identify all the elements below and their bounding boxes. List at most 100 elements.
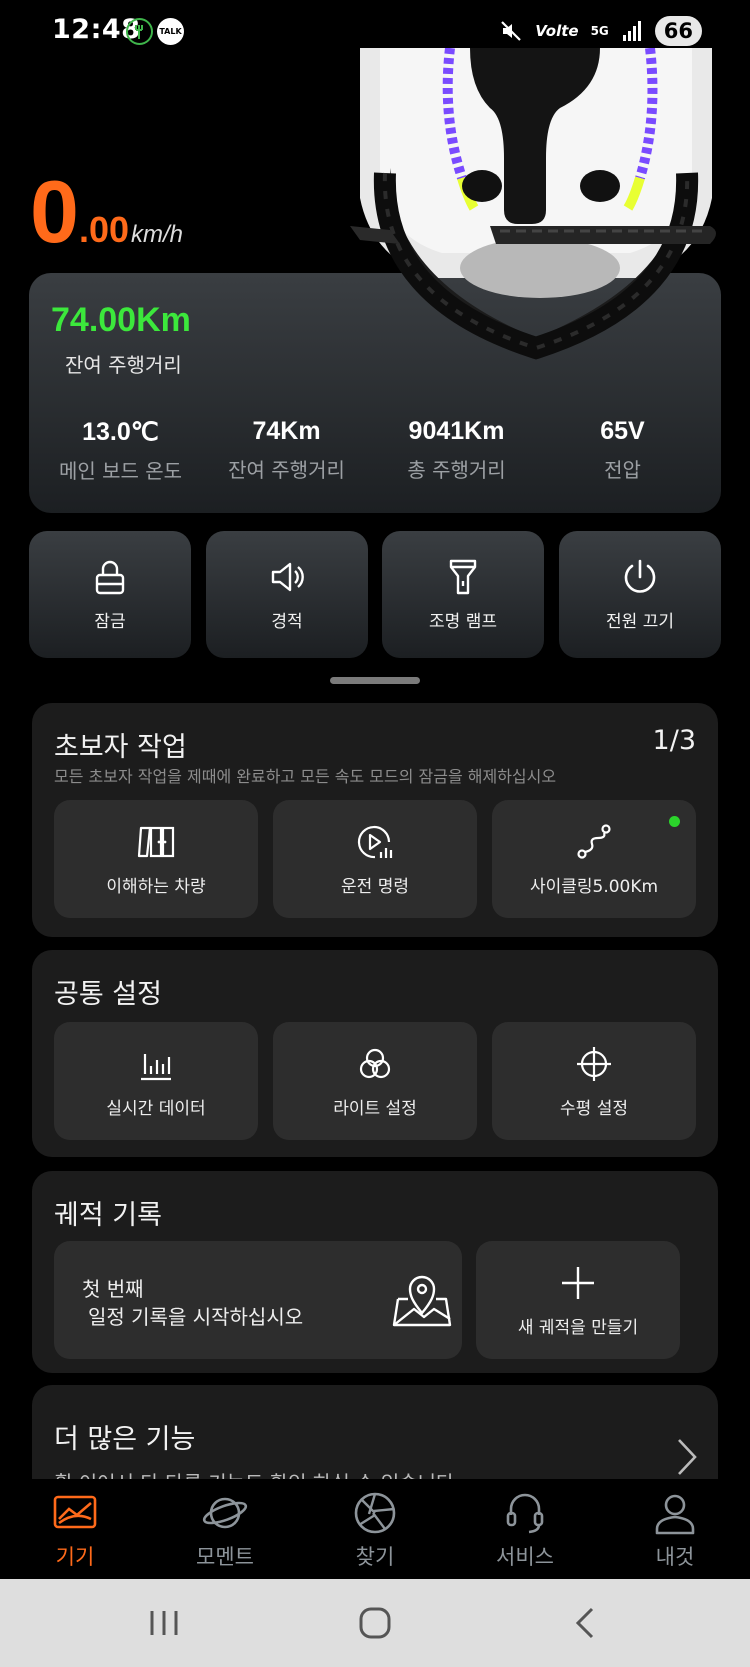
level-settings-button[interactable]: 수평 설정 [492,1022,696,1140]
speed-unit: km/h [131,221,184,248]
nav-moment[interactable]: 모멘트 [150,1489,300,1571]
crosshair-icon [577,1046,611,1081]
play-stats-icon [357,825,393,858]
stat-value: 9041Km [408,417,505,445]
speed-integer: 0 [30,162,79,261]
more-features-title: 더 많은 기능 [54,1424,196,1455]
fiveg-icon: 5G [591,25,609,37]
headset-icon [506,1493,544,1534]
status-icons: Volte 5G 66 [499,14,702,48]
talk-text: TALK [159,27,182,36]
stat-value: 74Km [252,417,321,445]
lock-label: 잠금 [94,612,126,632]
back-icon[interactable] [564,1601,608,1645]
bar-chart-icon [141,1053,171,1080]
light-settings-button[interactable]: 라이트 설정 [273,1022,477,1140]
horn-label: 경적 [271,612,303,632]
nav-mine[interactable]: 내것 [600,1489,750,1571]
nav-device[interactable]: 기기 [0,1489,150,1571]
device-icon [53,1495,97,1529]
task-driving-commands[interactable]: 운전 명령 [273,800,477,918]
route-icon [577,823,611,859]
stat-voltage: 65V 전압 [535,417,710,483]
network-text: 5G [590,24,609,38]
speed-decimal: .00 [78,209,129,250]
stat-label: 총 주행거리 [407,458,506,482]
horn-button[interactable]: 경적 [206,531,368,658]
color-circles-icon [359,1048,391,1078]
beginner-title: 초보자 작업 [54,732,187,763]
vehicle-panels-icon [137,826,175,857]
realtime-data-label: 실시간 데이터 [106,1098,206,1119]
stat-label: 전압 [604,458,641,482]
signal-icon [621,20,643,42]
nav-label: 모멘트 [196,1545,254,1569]
power-off-button[interactable]: 전원 끄기 [559,531,721,658]
flashlight-icon [449,559,477,595]
light-lamp-button[interactable]: 조명 램프 [382,531,544,658]
new-indicator-dot [669,816,680,827]
task-understand-vehicle[interactable]: 이해하는 차량 [54,800,258,918]
nav-service[interactable]: 서비스 [450,1489,600,1571]
beginner-count: 1/3 [652,725,696,756]
aperture-icon [354,1492,396,1534]
track-record-section: 궤적 기록 첫 번째 일정 기록을 시작하십시오 새 궤적을 만들기 [32,1171,718,1373]
speed-display: 0 .00 km/h [30,168,183,256]
power-off-label: 전원 끄기 [606,612,674,632]
light-lamp-label: 조명 램프 [429,612,497,632]
speaker-icon [271,562,304,592]
create-track-label: 새 궤적을 만들기 [517,1317,639,1338]
task-label: 사이클링5.00Km [529,876,659,897]
common-settings-title: 공통 설정 [54,979,162,1010]
record-line-1: 첫 번째 [82,1277,144,1301]
chevron-right-icon [678,1439,697,1475]
light-settings-label: 라이트 설정 [333,1098,417,1119]
nav-discover[interactable]: 찾기 [300,1489,450,1571]
task-label: 운전 명령 [341,876,409,897]
task-label: 이해하는 차량 [106,876,206,897]
stat-remaining-range: 74Km 잔여 주행거리 [199,417,374,483]
plus-icon [562,1266,594,1299]
lock-button[interactable]: 잠금 [29,531,191,658]
profile-icon [655,1494,695,1535]
beginner-subtitle: 모든 초보자 작업을 제때에 완료하고 모든 속도 모드의 잠금을 해제하십시오 [54,767,557,786]
common-settings-section: 공통 설정 실시간 데이터 라이트 설정 수평 설정 [32,950,718,1157]
stat-value: 65V [600,417,645,445]
recent-apps-icon[interactable] [142,1601,186,1645]
bottom-nav: 기기 모멘트 찾기 서비스 내것 [0,1479,750,1579]
realtime-data-button[interactable]: 실시간 데이터 [54,1022,258,1140]
stat-label: 메인 보드 온도 [58,459,183,483]
planet-icon [202,1497,248,1529]
task-cycling[interactable]: 사이클링5.00Km [492,800,696,918]
unicycle-image [350,48,716,360]
remaining-range-label: 잔여 주행거리 [65,353,182,377]
stat-label: 잔여 주행거리 [228,458,345,482]
battery-indicator: 66 [654,16,702,46]
volte-text: Volte [535,22,579,40]
mute-icon [499,19,523,43]
fork-app-icon [126,18,153,45]
kakao-talk-icon: TALK [157,18,184,45]
record-line-2: 일정 기록을 시작하십시오 [88,1305,304,1329]
nav-label: 찾기 [355,1545,395,1569]
map-pin-icon [392,1275,452,1327]
more-features-section[interactable]: 더 많은 기능 휠 이어서 다 다른 기능도 확인 하실 수 있습니다 [32,1385,718,1479]
nav-label: 내것 [655,1545,695,1569]
create-track-button[interactable]: 새 궤적을 만들기 [476,1241,680,1359]
more-features-subtitle: 휠 이어서 다 다른 기능도 확인 하실 수 있습니다 [54,1467,454,1479]
stat-board-temp: 13.0℃ 메인 보드 온도 [33,417,208,484]
remaining-range-value: 74.00Km [51,301,191,339]
track-record-title: 궤적 기록 [54,1200,162,1231]
nav-label: 서비스 [496,1545,554,1569]
drag-handle[interactable] [330,677,420,684]
level-settings-label: 수평 설정 [560,1098,628,1119]
nav-label: 기기 [55,1545,95,1569]
beginner-tasks-section: 초보자 작업 1/3 모든 초보자 작업을 제때에 완료하고 모든 속도 모드의… [32,703,718,937]
lock-icon [95,560,125,595]
stat-value: 13.0℃ [82,418,159,446]
home-icon[interactable] [353,1601,397,1645]
power-icon [624,559,656,593]
start-record-card[interactable]: 첫 번째 일정 기록을 시작하십시오 [54,1241,462,1359]
stat-total-distance: 9041Km 총 주행거리 [369,417,544,483]
system-nav-bar [0,1579,750,1667]
